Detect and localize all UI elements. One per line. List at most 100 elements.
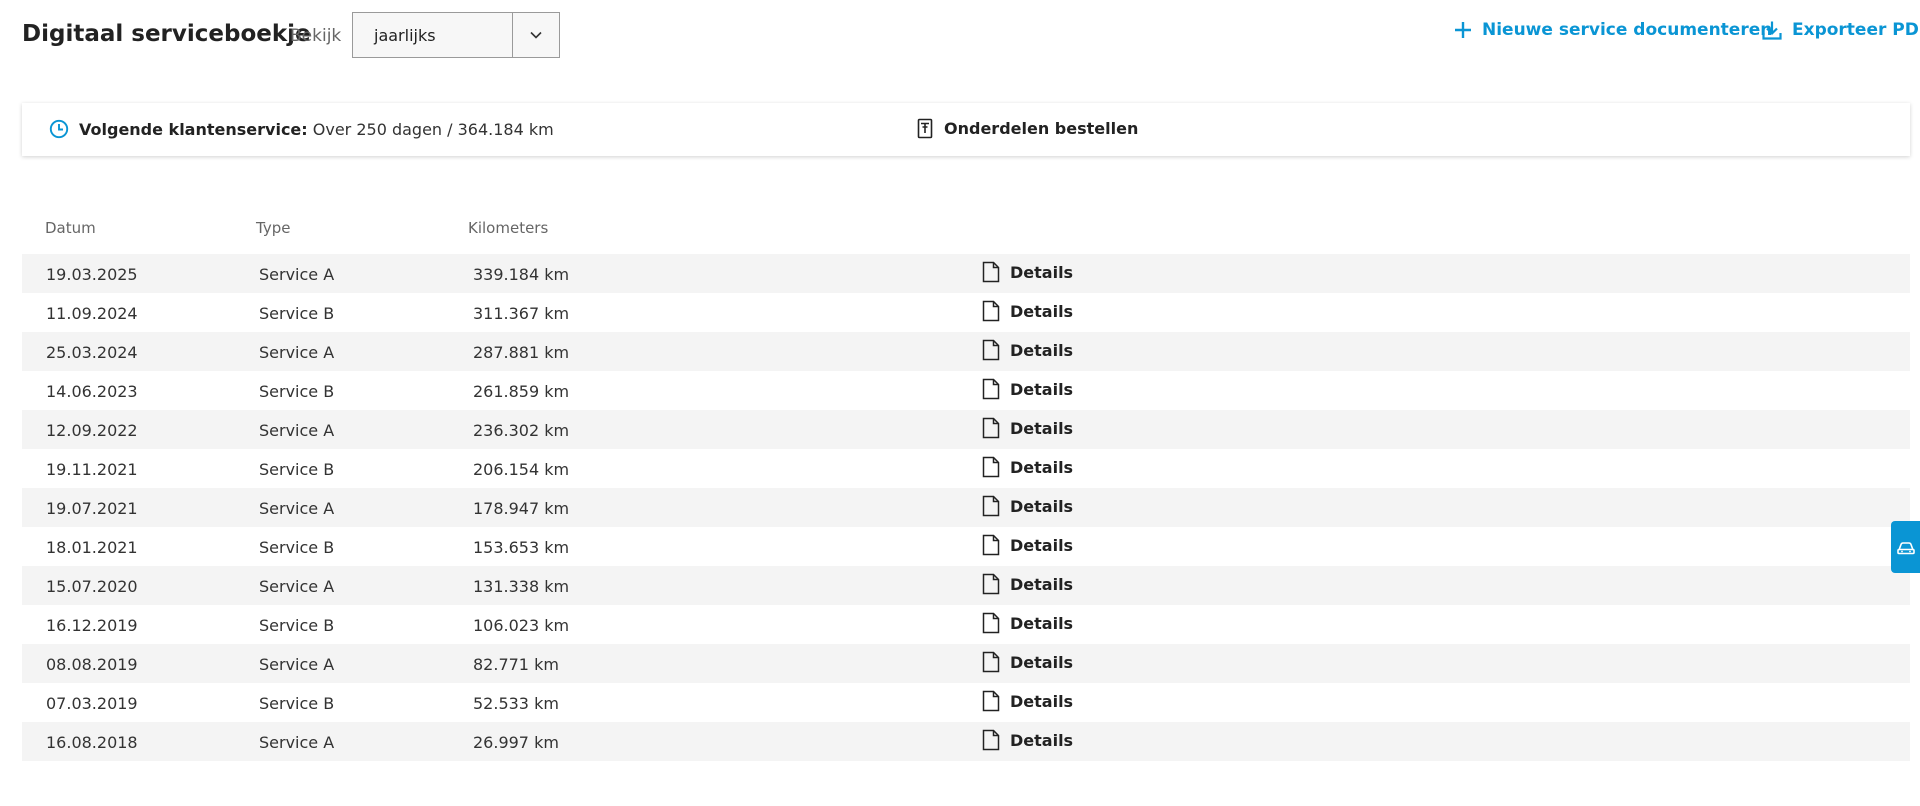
row-type: Service B [259,304,335,323]
row-date: 12.09.2022 [46,421,138,440]
view-select-value: jaarlijks [374,25,436,45]
row-date: 14.06.2023 [46,382,138,401]
details-link[interactable]: Details [982,378,1073,400]
details-label: Details [1010,652,1074,672]
table-row: 07.03.2019 Service B 52.533 km Details [22,683,1910,722]
order-parts-label: Onderdelen bestellen [944,119,1139,138]
row-kilometers: 106.023 km [473,616,570,635]
table-row: 11.09.2024 Service B 311.367 km Details [22,293,1910,332]
document-icon [982,651,1000,673]
column-header-kilometers: Kilometers [468,219,549,237]
page-title: Digitaal serviceboekje [22,21,311,47]
new-service-label: Nieuwe service documenteren [1482,20,1773,40]
row-type: Service A [259,733,335,752]
row-type: Service A [259,499,335,518]
view-select-toggle[interactable] [512,13,559,57]
row-kilometers: 52.533 km [473,694,559,713]
row-date: 16.08.2018 [46,733,138,752]
table-header: Datum Type Kilometers [22,210,1910,254]
table-row: 12.09.2022 Service A 236.302 km Details [22,410,1910,449]
details-link[interactable]: Details [982,495,1073,517]
view-label: Bekijk [290,26,342,46]
parts-order-icon [917,118,933,139]
row-type: Service B [259,382,335,401]
table-row: 19.11.2021 Service B 206.154 km Details [22,449,1910,488]
row-date: 19.11.2021 [46,460,138,479]
side-feedback-tab[interactable] [1891,521,1920,573]
car-service-icon [1896,542,1915,555]
row-kilometers: 311.367 km [473,304,570,323]
details-label: Details [1010,496,1074,516]
page-header: Digitaal serviceboekje Bekijk jaarlijks … [0,0,1920,70]
details-link[interactable]: Details [982,339,1073,361]
document-icon [982,729,1000,751]
row-type: Service A [259,343,335,362]
row-date: 18.01.2021 [46,538,138,557]
table-body: 19.03.2025 Service A 339.184 km Details 11.0… [22,254,1910,761]
details-link[interactable]: Details [982,651,1073,673]
next-service-card: Volgende klantenservice: Over 250 dagen … [22,103,1910,156]
order-parts-link[interactable]: Onderdelen bestellen [917,118,1138,139]
export-pdf-button[interactable]: Exporteer PDF [1762,20,1920,40]
row-kilometers: 261.859 km [473,382,570,401]
column-header-type: Type [256,219,291,237]
details-label: Details [1010,301,1074,321]
row-type: Service A [259,655,335,674]
document-icon [982,300,1000,322]
next-service-info: Volgende klantenservice: Over 250 dagen … [49,119,554,139]
row-date: 07.03.2019 [46,694,138,713]
document-icon [982,612,1000,634]
details-label: Details [1010,379,1074,399]
next-service-label: Volgende klantenservice: [79,119,308,139]
row-date: 11.09.2024 [46,304,138,323]
details-link[interactable]: Details [982,612,1073,634]
details-label: Details [1010,340,1074,360]
next-service-value: Over 250 dagen / 364.184 km [312,119,554,139]
row-kilometers: 131.338 km [473,577,570,596]
plus-icon [1455,22,1471,38]
document-icon [982,495,1000,517]
row-date: 15.07.2020 [46,577,138,596]
table-row: 15.07.2020 Service A 131.338 km Details [22,566,1910,605]
details-link[interactable]: Details [982,729,1073,751]
details-link[interactable]: Details [982,300,1073,322]
document-icon [982,456,1000,478]
row-type: Service B [259,538,335,557]
row-type: Service A [259,265,335,284]
new-service-button[interactable]: Nieuwe service documenteren [1454,20,1772,40]
table-row: 19.03.2025 Service A 339.184 km Details [22,254,1910,293]
view-select[interactable]: jaarlijks [352,12,560,58]
details-link[interactable]: Details [982,261,1073,283]
row-date: 16.12.2019 [46,616,138,635]
details-link[interactable]: Details [982,417,1073,439]
table-row: 19.07.2021 Service A 178.947 km Details [22,488,1910,527]
row-kilometers: 153.653 km [473,538,570,557]
details-link[interactable]: Details [982,534,1073,556]
row-date: 08.08.2019 [46,655,138,674]
row-date: 19.03.2025 [46,265,138,284]
row-kilometers: 339.184 km [473,265,570,284]
details-label: Details [1010,574,1074,594]
details-label: Details [1010,613,1074,633]
row-type: Service A [259,421,335,440]
table-row: 14.06.2023 Service B 261.859 km Details [22,371,1910,410]
column-header-date: Datum [45,219,96,237]
details-link[interactable]: Details [982,573,1073,595]
details-label: Details [1010,535,1074,555]
details-link[interactable]: Details [982,690,1073,712]
service-history-table: Datum Type Kilometers 19.03.2025 Service … [22,210,1910,761]
document-icon [982,339,1000,361]
details-label: Details [1010,262,1074,282]
row-kilometers: 26.997 km [473,733,559,752]
row-kilometers: 82.771 km [473,655,559,674]
table-row: 18.01.2021 Service B 153.653 km Details [22,527,1910,566]
row-date: 19.07.2021 [46,499,138,518]
details-link[interactable]: Details [982,456,1073,478]
row-kilometers: 178.947 km [473,499,570,518]
table-row: 25.03.2024 Service A 287.881 km Details [22,332,1910,371]
details-label: Details [1010,457,1074,477]
document-icon [982,534,1000,556]
row-type: Service A [259,577,335,596]
download-icon [1762,21,1782,40]
document-icon [982,573,1000,595]
